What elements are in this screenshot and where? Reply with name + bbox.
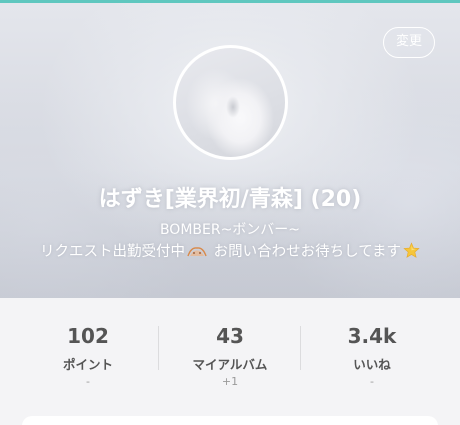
- stat-value: 43: [216, 324, 244, 348]
- stat-points[interactable]: 102 ポイント -: [18, 298, 158, 398]
- stat-label: ポイント: [62, 357, 113, 372]
- avatar-photo-detail: [226, 96, 240, 118]
- avatar[interactable]: [173, 45, 288, 160]
- stat-my-album[interactable]: 43 マイアルバム +1: [160, 298, 300, 398]
- star-emoji-icon: [403, 242, 420, 258]
- profile-name: はずき[業界初/青森] (20): [98, 187, 362, 212]
- stat-value: 3.4k: [347, 324, 397, 348]
- stat-likes[interactable]: 3.4k いいね -: [302, 298, 442, 398]
- profile-header: 変更 はずき[業界初/青森] (20) BOMBER~ボンバー~ リクエスト出勤…: [0, 3, 460, 298]
- stat-change: -: [370, 375, 374, 388]
- bow-emoji-icon: [187, 247, 207, 257]
- profile-message: リクエスト出勤受付中 お問い合わせお待ちしてます: [0, 240, 460, 261]
- stat-change: +1: [221, 375, 239, 388]
- profile-catchphrase: BOMBER~ボンバー~: [159, 222, 301, 238]
- stat-change: -: [86, 375, 90, 388]
- stat-label: いいね: [353, 357, 391, 372]
- stat-value: 102: [67, 324, 109, 348]
- next-section-card: [22, 416, 438, 425]
- stat-divider: [158, 326, 159, 370]
- stat-label: マイアルバム: [192, 357, 268, 372]
- message-text-part1: リクエスト出勤受付中: [40, 244, 186, 260]
- stat-divider: [300, 326, 301, 370]
- message-text-part2: お問い合わせお待ちしてます: [209, 244, 401, 260]
- stats-panel: 102 ポイント - 43 マイアルバム +1 3.4k いいね -: [0, 298, 460, 413]
- profile-page: 変更 はずき[業界初/青森] (20) BOMBER~ボンバー~ リクエスト出勤…: [0, 0, 460, 425]
- change-cover-button[interactable]: 変更: [383, 27, 435, 58]
